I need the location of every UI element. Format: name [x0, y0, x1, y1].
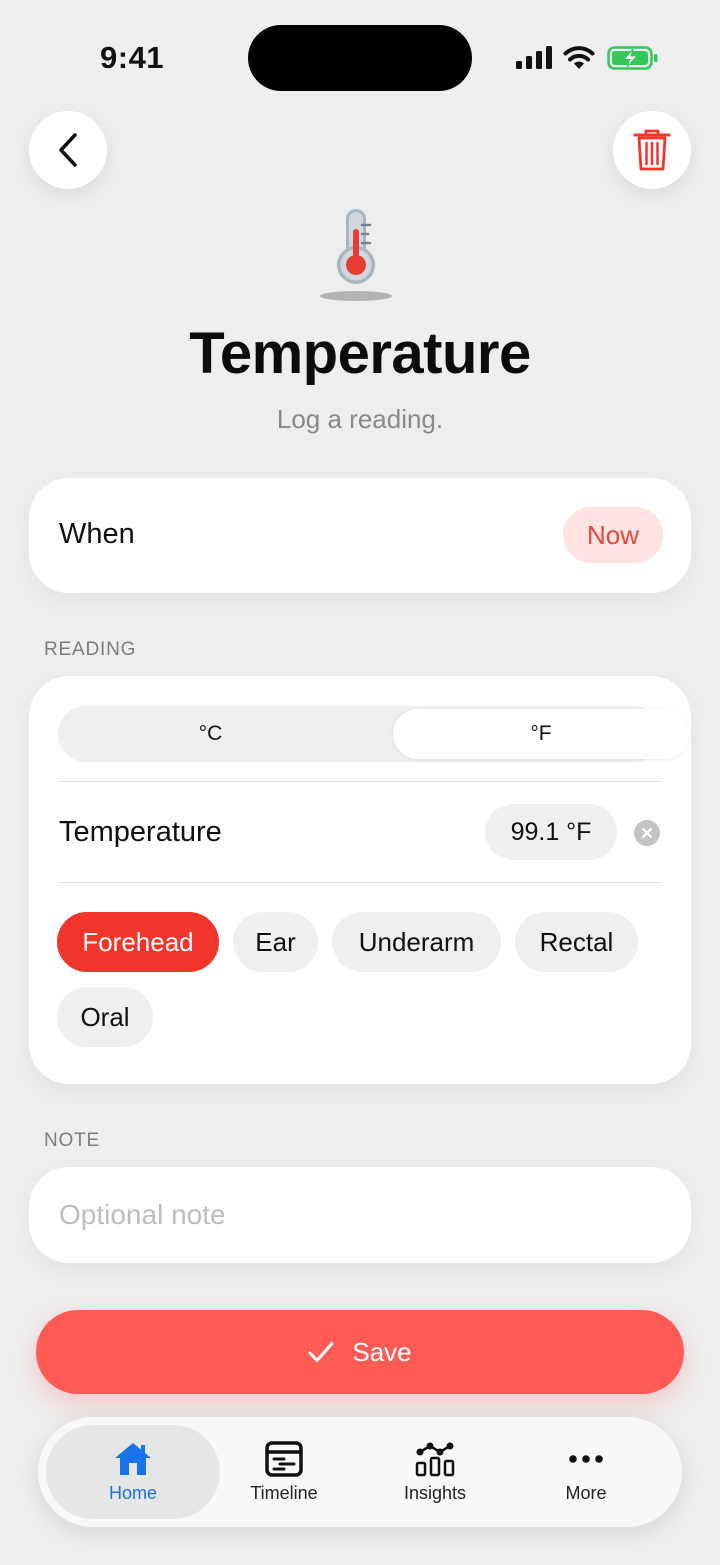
clear-temperature-button[interactable] [634, 820, 660, 846]
tab-insights-label: Insights [403, 1482, 467, 1503]
note-section-label: NOTE [44, 1130, 100, 1151]
site-chip-rectal[interactable]: Rectal [515, 912, 638, 972]
tab-more[interactable]: More [510, 1425, 662, 1519]
reading-card: °C °F Temperature 99.1 °F Forehead Ear U… [29, 676, 691, 1084]
delete-button[interactable] [613, 111, 691, 189]
tab-timeline-label: Timeline [250, 1482, 318, 1503]
trash-icon [633, 129, 671, 171]
chevron-left-icon [59, 133, 77, 167]
thermometer-icon [320, 209, 392, 301]
note-card [29, 1167, 691, 1263]
unit-celsius-segment[interactable]: °C [61, 709, 360, 759]
wifi-icon [563, 46, 595, 69]
save-button-label: Save [352, 1336, 412, 1367]
more-icon [569, 1454, 603, 1463]
divider [58, 882, 662, 883]
site-chip-underarm[interactable]: Underarm [332, 912, 501, 972]
when-now-button[interactable]: Now [563, 507, 663, 563]
tab-more-label: More [565, 1482, 607, 1503]
dynamic-island [248, 25, 472, 91]
save-button[interactable]: Save [36, 1310, 684, 1394]
reading-section-label: READING [44, 639, 137, 660]
tab-insights[interactable]: Insights [359, 1425, 511, 1519]
temperature-value-field[interactable]: 99.1 °F [485, 804, 617, 860]
page-subtitle: Log a reading. [276, 404, 444, 434]
close-icon [641, 827, 653, 839]
site-chip-oral[interactable]: Oral [57, 987, 153, 1047]
site-chip-ear[interactable]: Ear [233, 912, 318, 972]
battery-charging-icon [607, 46, 658, 70]
checkmark-icon [308, 1341, 334, 1363]
cellular-signal-icon [516, 46, 552, 69]
status-time: 9:41 [100, 40, 165, 75]
page-title: Temperature [189, 321, 531, 386]
back-button[interactable] [29, 111, 107, 189]
temperature-label: Temperature [59, 816, 222, 848]
tab-bar: Home Timeline Insights More [38, 1417, 682, 1527]
tab-timeline[interactable]: Timeline [208, 1425, 360, 1519]
tab-home[interactable]: Home [46, 1425, 220, 1519]
divider [58, 781, 662, 782]
unit-segmented-control: °C °F [58, 706, 689, 762]
when-card: When Now [29, 478, 691, 593]
timeline-icon [265, 1440, 303, 1477]
note-input[interactable] [59, 1167, 659, 1263]
site-chip-forehead[interactable]: Forehead [57, 912, 219, 972]
insights-icon [415, 1442, 455, 1476]
status-bar: 9:41 [0, 0, 720, 110]
when-label: When [59, 518, 135, 550]
unit-fahrenheit-segment[interactable]: °F [393, 709, 689, 759]
home-icon [115, 1442, 151, 1475]
tab-home-label: Home [108, 1482, 157, 1503]
